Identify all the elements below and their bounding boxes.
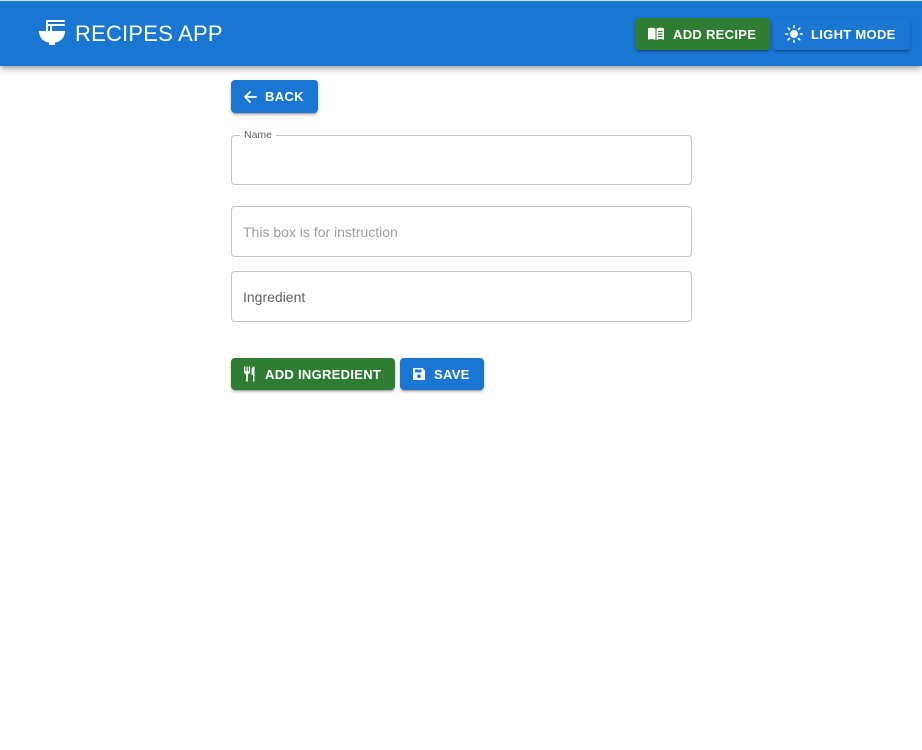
brand: RECIPES APP <box>38 18 223 50</box>
noodle-bowl-icon <box>38 17 66 52</box>
app-title: RECIPES APP <box>75 21 223 46</box>
name-input[interactable] <box>243 136 683 185</box>
instruction-field <box>231 206 692 257</box>
ingredient-field <box>231 271 692 322</box>
back-label: BACK <box>265 89 304 104</box>
add-recipe-button[interactable]: ADD RECIPE <box>635 18 771 50</box>
instruction-input[interactable] <box>243 207 683 256</box>
name-field: Name <box>231 128 692 185</box>
add-recipe-label: ADD RECIPE <box>673 26 757 42</box>
ingredient-input[interactable] <box>243 272 683 321</box>
sun-icon <box>785 25 803 43</box>
menu-book-icon <box>647 27 665 41</box>
add-ingredient-button[interactable]: ADD INGREDIENT <box>231 358 396 390</box>
add-ingredient-label: ADD INGREDIENT <box>265 366 382 382</box>
back-button[interactable]: BACK <box>231 80 318 113</box>
floppy-disk-icon <box>412 367 426 381</box>
light-mode-label: LIGHT MODE <box>811 26 896 42</box>
save-label: SAVE <box>434 366 470 382</box>
fork-knife-icon <box>243 366 257 382</box>
light-mode-button[interactable]: LIGHT MODE <box>773 18 910 50</box>
app-bar: RECIPES APP ADD RECIPE LIGHT MODE <box>0 0 922 66</box>
arrow-left-icon <box>243 90 257 104</box>
save-button[interactable]: SAVE <box>400 358 484 390</box>
